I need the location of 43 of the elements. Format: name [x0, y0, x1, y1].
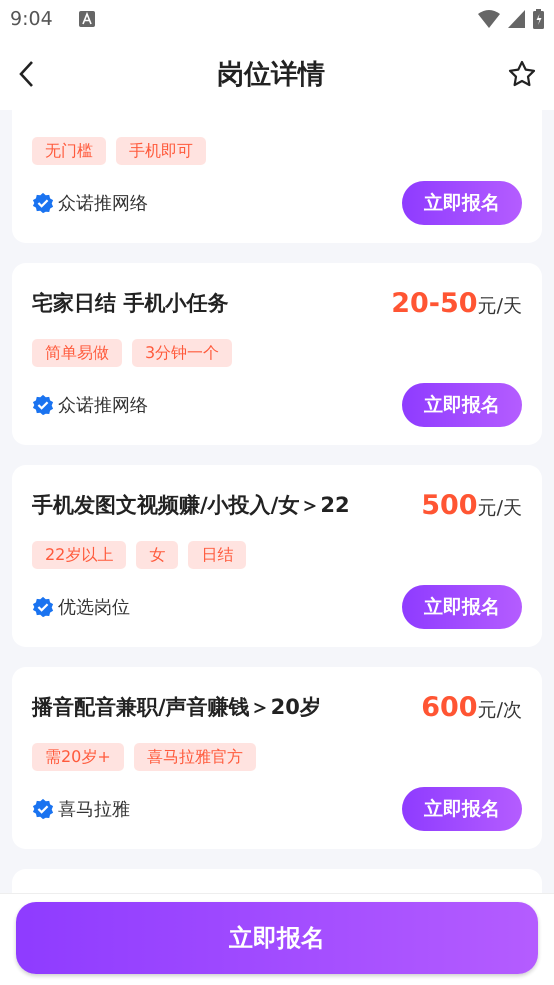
- company-name: 众诺推网络: [58, 394, 148, 417]
- verified-icon: [32, 596, 54, 618]
- job-title: 宅家日结 手机小任务: [32, 290, 228, 317]
- job-title: 播音配音兼职/声音赚钱＞20岁: [32, 694, 321, 721]
- job-tag: 需20岁+: [32, 743, 124, 771]
- job-tag: 喜马拉雅官方: [134, 743, 256, 771]
- battery-icon: [533, 9, 544, 29]
- apply-button[interactable]: 立即报名: [402, 181, 522, 225]
- job-tag: 女: [136, 541, 178, 569]
- page-title: 岗位详情: [216, 58, 326, 92]
- job-tag: 无门槛: [32, 137, 106, 165]
- back-icon[interactable]: [18, 60, 34, 88]
- apply-button[interactable]: 立即报名: [402, 383, 522, 427]
- company-name: 众诺推网络: [58, 192, 148, 215]
- company-name: 喜马拉雅: [58, 798, 130, 821]
- job-tag: 手机即可: [116, 137, 206, 165]
- job-tag: 日结: [188, 541, 246, 569]
- price-unit: 元/天: [478, 496, 522, 520]
- job-tag: 22岁以上: [32, 541, 126, 569]
- verified-icon: [32, 798, 54, 820]
- notification-icon: [78, 11, 95, 27]
- apply-button[interactable]: 立即报名: [402, 787, 522, 831]
- job-title: 手机发图文视频赚/小投入/女＞22: [32, 492, 350, 519]
- verified-icon: [32, 192, 54, 214]
- job-tag: 3分钟一个: [132, 339, 232, 367]
- job-price: 20-50: [391, 288, 478, 318]
- job-card[interactable]: 无门槛 手机即可 众诺推网络 立即报名: [12, 110, 542, 243]
- verified-icon: [32, 394, 54, 416]
- company-name: 优选岗位: [58, 596, 130, 619]
- job-price: 500: [421, 490, 478, 520]
- apply-button[interactable]: 立即报名: [402, 585, 522, 629]
- status-time: 9:04: [10, 8, 53, 30]
- job-tag: 简单易做: [32, 339, 122, 367]
- wifi-icon: [478, 10, 500, 28]
- job-card[interactable]: 播音配音兼职/声音赚钱＞20岁 600元/次 需20岁+ 喜马拉雅官方 喜马拉雅 立即报名: [12, 667, 542, 849]
- job-card[interactable]: 手机发图文视频赚/小投入/女＞22 500元/天 22岁以上 女 日结 优选岗位 立即报名: [12, 465, 542, 647]
- price-unit: 元/次: [478, 698, 522, 722]
- star-icon[interactable]: [508, 60, 536, 88]
- price-unit: 元/天: [478, 294, 522, 318]
- job-price: 600: [421, 692, 478, 722]
- signal-icon: [508, 10, 525, 28]
- apply-button[interactable]: 立即报名: [16, 902, 538, 974]
- job-card[interactable]: 宅家日结 手机小任务 20-50元/天 简单易做 3分钟一个 众诺推网络 立即报名: [12, 263, 542, 445]
